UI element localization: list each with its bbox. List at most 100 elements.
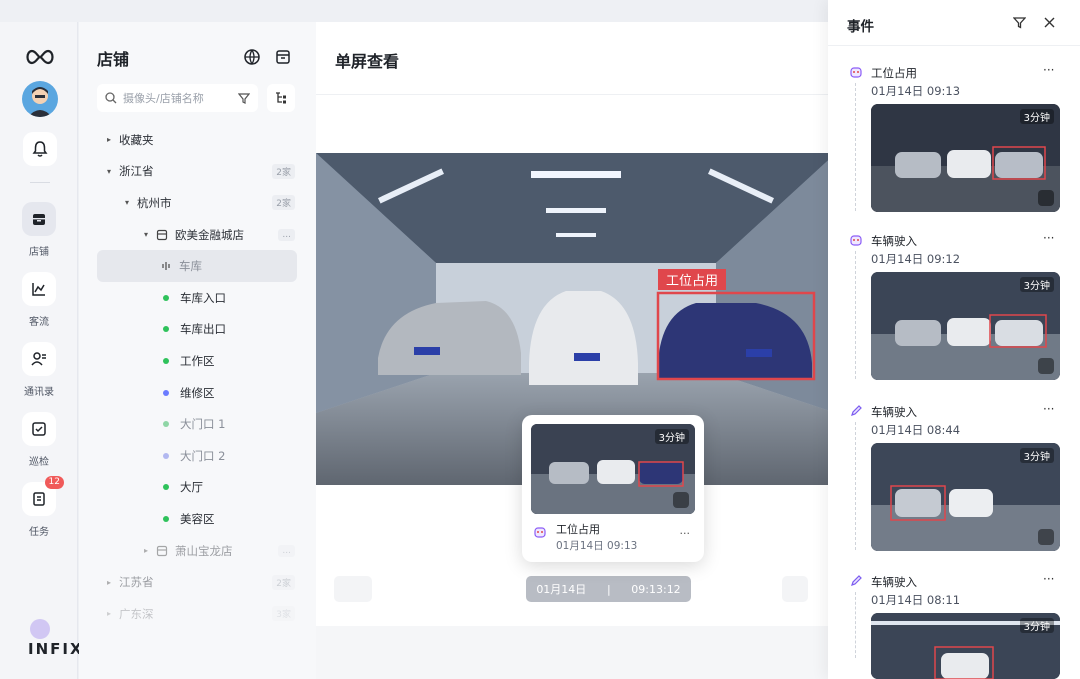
tree-node-jiangsu[interactable]: ▸ 江苏省 2家 [97, 566, 297, 598]
store-panel: 店铺 摄像头/店铺名称 ▸ 收藏夹 ▾ 浙江省 2家 ▾ 杭州市 2家 ▾ 欧美金融城店..… [79, 22, 316, 679]
tree-node-camera[interactable]: 车库出口 [97, 314, 297, 346]
event-thumbnail[interactable]: 3分钟 [871, 272, 1060, 380]
tree-node-favorites[interactable]: ▸ 收藏夹 [97, 124, 297, 156]
event-popup-card[interactable]: 3分钟 工位占用 01月14日 09:13 ··· [522, 415, 704, 562]
expand-arrow-icon: ▸ [144, 546, 149, 556]
duration-badge: 3分钟 [654, 429, 689, 444]
layout-select[interactable] [334, 576, 372, 602]
avatar[interactable] [22, 81, 58, 117]
store-tree: ▸ 收藏夹 ▾ 浙江省 2家 ▾ 杭州市 2家 ▾ 欧美金融城店... 车库 车库入口 车库… [97, 124, 297, 630]
thumbnail-strip [316, 626, 836, 679]
robot-icon [850, 67, 862, 78]
expand-icon[interactable] [1038, 529, 1054, 545]
event-thumbnail[interactable]: 3分钟 [871, 613, 1060, 679]
tree-node-store-oumei[interactable]: ▾ 欧美金融城店... [97, 219, 297, 251]
store-icon [156, 229, 168, 240]
more-options-icon[interactable]: ··· [680, 527, 691, 540]
pen-icon [851, 405, 862, 416]
tree-node-camera[interactable]: 美容区 [97, 503, 297, 535]
status-dot [163, 294, 169, 301]
task-icon [33, 492, 45, 506]
nav-inspection-label: 巡检 [29, 457, 49, 468]
tree-node-garage[interactable]: 车库 [97, 250, 297, 282]
left-rail: 店铺 客流 通讯录 巡检 12 任务 [0, 22, 78, 679]
filter-icon[interactable] [1013, 16, 1026, 29]
close-icon[interactable] [1043, 16, 1056, 29]
storefront-icon[interactable] [274, 48, 292, 66]
robot-icon [534, 527, 546, 538]
time-select[interactable]: 09:13:12 [631, 583, 680, 596]
notification-button[interactable] [23, 132, 57, 166]
events-divider [828, 45, 1080, 46]
nav-tasks-label: 任务 [29, 527, 49, 538]
duration-badge: 3分钟 [1019, 277, 1054, 292]
status-dot [163, 326, 169, 333]
tree-node-camera[interactable]: 工作区 [97, 345, 297, 377]
expand-icon[interactable] [1038, 190, 1054, 206]
duration-badge: 3分钟 [1019, 448, 1054, 463]
nav-contacts-label: 通讯录 [24, 387, 54, 398]
popup-event-name: 工位占用 [556, 523, 600, 536]
duration-badge: 3分钟 [1019, 109, 1054, 124]
tree-node-camera[interactable]: 车库入口 [97, 282, 297, 314]
check-icon [32, 422, 46, 436]
events-title: 事件 [847, 19, 874, 35]
nav-store[interactable]: 店铺 [0, 202, 78, 258]
contacts-icon [31, 352, 46, 366]
search-input[interactable]: 摄像头/店铺名称 [123, 90, 238, 106]
datetime-picker[interactable]: 01月14日 | 09:13:12 [526, 576, 691, 602]
status-dot [163, 421, 169, 428]
tree-node-camera[interactable]: 维修区 [97, 377, 297, 409]
nav-store-label: 店铺 [29, 247, 49, 258]
event-name: 车辆驶入 [871, 575, 917, 589]
volume-button[interactable] [782, 576, 808, 602]
playback-controls: 01月14日 | 09:13:12 [316, 562, 836, 602]
page-title: 单屏查看 [335, 52, 400, 71]
expand-icon[interactable] [1038, 358, 1054, 374]
infinity-logo-icon [26, 49, 54, 65]
tree-node-hangzhou[interactable]: ▾ 杭州市 2家 [97, 187, 297, 219]
status-dot [163, 484, 169, 491]
more-options-icon[interactable]: ··· [1043, 572, 1054, 586]
timeline-line [855, 83, 856, 211]
event-time: 01月14日 08:44 [871, 423, 961, 437]
nav-tasks[interactable]: 12 任务 [0, 476, 78, 538]
globe-icon[interactable] [243, 48, 261, 66]
nav-traffic[interactable]: 客流 [0, 272, 78, 328]
nav-inspection[interactable]: 巡检 [0, 412, 78, 468]
header-divider [316, 94, 836, 95]
event-name: 工位占用 [871, 66, 917, 80]
expand-arrow-icon: ▸ [107, 135, 112, 145]
events-panel: 事件 工位占用 01月14日 09:13 ··· 3分钟 车辆驶入 01月14日… [828, 0, 1080, 679]
nav-traffic-label: 客流 [29, 317, 49, 328]
store-search[interactable]: 摄像头/店铺名称 [97, 84, 258, 112]
tree-node-guangdong[interactable]: ▸ 广东深 3家 [97, 598, 297, 630]
assistant-icon[interactable] [30, 619, 50, 639]
audio-wave-icon [162, 262, 170, 271]
tree-node-camera[interactable]: 大门口 2 [97, 440, 297, 472]
tree-node-store-xiaoshan[interactable]: ▸ 萧山宝龙店... [97, 535, 297, 567]
bell-icon [32, 141, 48, 157]
pen-icon [851, 575, 862, 586]
task-badge: 12 [44, 476, 64, 489]
main-view: 单屏查看 工位占用 01月14日 | 09:13:12 [316, 22, 836, 679]
tree-view-button[interactable] [267, 84, 295, 112]
tree-node-camera[interactable]: 大门口 1 [97, 408, 297, 440]
tree-node-camera[interactable]: 大厅 [97, 472, 297, 504]
more-options-icon[interactable]: ··· [1043, 63, 1054, 77]
event-name: 车辆驶入 [871, 405, 917, 419]
expand-icon[interactable] [673, 492, 689, 508]
event-thumbnail[interactable]: 3分钟 [871, 443, 1060, 551]
more-options-icon[interactable]: ··· [1043, 231, 1054, 245]
event-thumbnail[interactable]: 3分钟 [871, 104, 1060, 212]
nav-contacts[interactable]: 通讯录 [0, 342, 78, 398]
filter-icon[interactable] [238, 92, 250, 104]
date-select[interactable]: 01月14日 [536, 581, 586, 597]
expand-arrow-icon: ▸ [107, 577, 112, 587]
event-thumbnail[interactable]: 3分钟 [531, 424, 695, 514]
timeline-line [855, 422, 856, 550]
popup-event-time: 01月14日 09:13 [556, 540, 638, 552]
tree-node-zhejiang[interactable]: ▾ 浙江省 2家 [97, 156, 297, 188]
detection-label: 工位占用 [658, 269, 727, 290]
more-options-icon[interactable]: ··· [1043, 402, 1054, 416]
